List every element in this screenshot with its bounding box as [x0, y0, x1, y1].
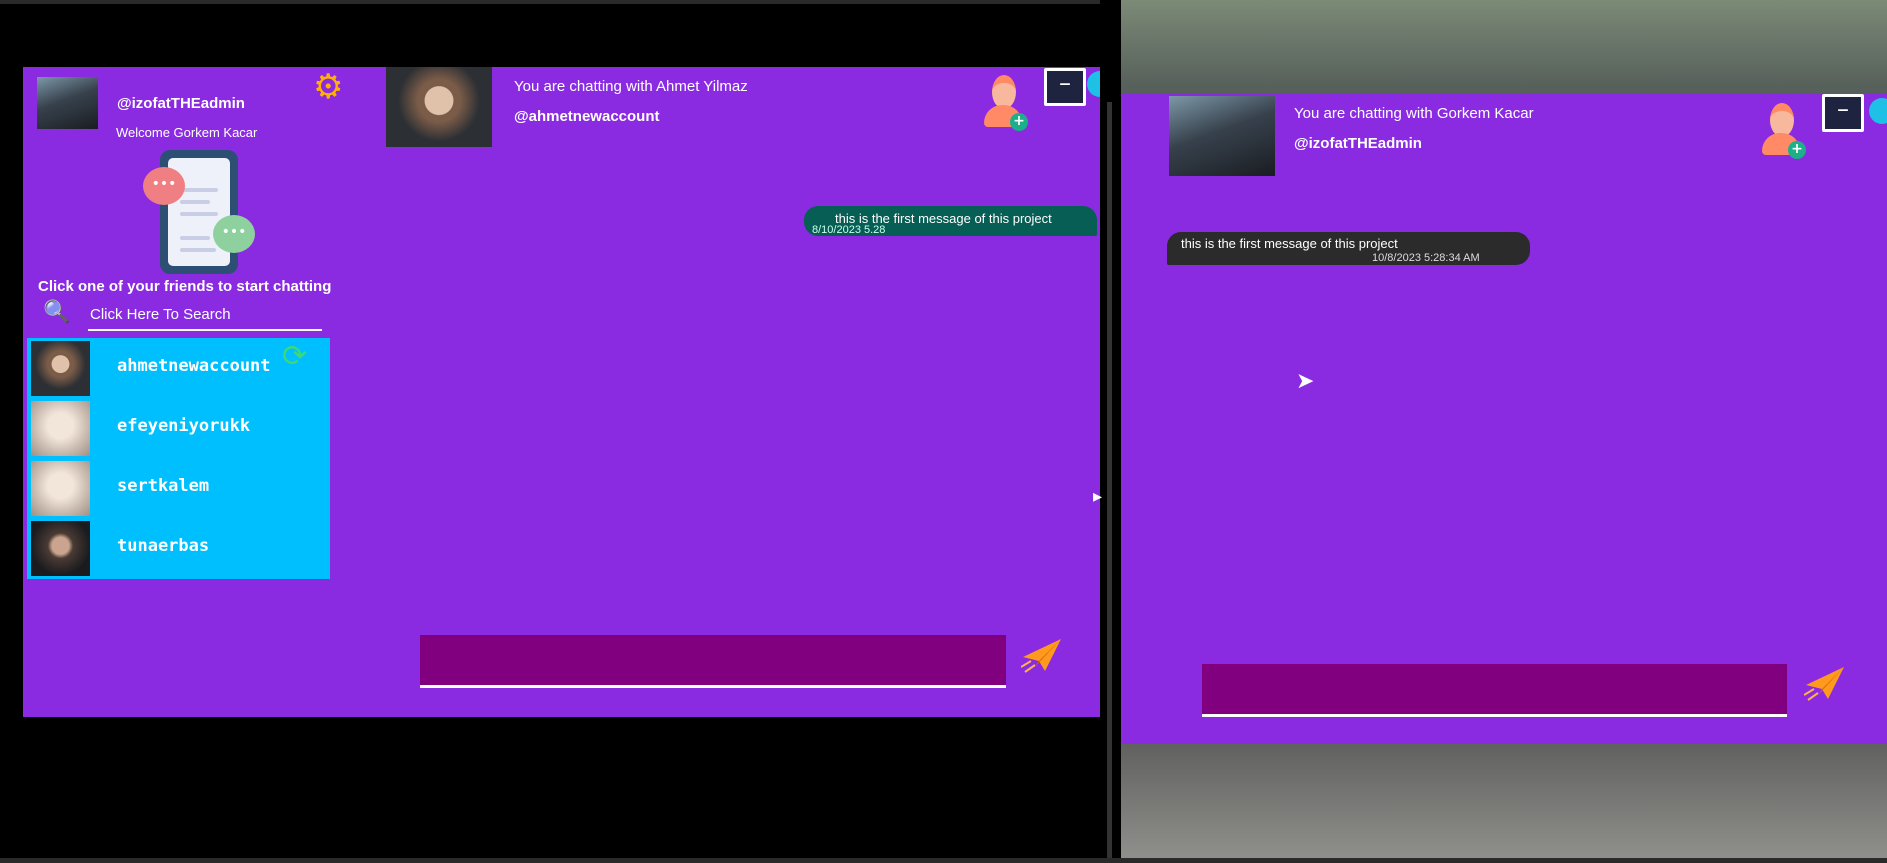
taskbar-strip [0, 858, 1887, 863]
add-user-icon[interactable]: + [980, 75, 1030, 133]
search-icon[interactable]: 🔍 [43, 302, 70, 324]
top-strip [0, 0, 1100, 4]
friend-item-efeyeniyorukk[interactable]: efeyeniyorukk [31, 398, 330, 456]
friend-username: sertkalem [117, 476, 210, 496]
chat-title: You are chatting with Gorkem Kacar [1294, 105, 1534, 122]
message-input[interactable] [420, 635, 1006, 688]
gear-icon[interactable]: ⚙ [313, 70, 343, 104]
chat-bubble-icon: ••• [213, 215, 255, 253]
right-chat-window: You are chatting with Gorkem Kacar @izof… [1121, 93, 1887, 744]
send-plane-icon[interactable] [1021, 637, 1063, 673]
minimize-icon[interactable]: – [1044, 68, 1086, 106]
avatar [31, 461, 90, 516]
chat-partner-handle: @ahmetnewaccount [514, 108, 660, 125]
minimize-icon[interactable]: – [1822, 94, 1864, 132]
message-timestamp: 8/10/2023 5.28 [812, 224, 886, 236]
add-user-icon[interactable]: + [1758, 103, 1808, 161]
send-plane-icon[interactable] [1804, 665, 1846, 701]
welcome-text: Welcome Gorkem Kacar [116, 125, 258, 140]
avatar [31, 401, 90, 456]
friend-username: tunaerbas [117, 536, 210, 556]
chat-title: You are chatting with Ahmet Yilmaz [514, 78, 748, 95]
chat-bubble-icon: ••• [143, 167, 185, 205]
friend-item-sertkalem[interactable]: sertkalem [31, 458, 330, 516]
avatar [31, 341, 90, 396]
instruction-text: Click one of your friends to start chatt… [38, 278, 332, 295]
chat-partner-handle: @izofatTHEadmin [1294, 135, 1422, 152]
mouse-cursor-icon: ➤ [1296, 369, 1315, 394]
chat-partner-avatar [386, 67, 492, 147]
refresh-icon[interactable]: ⟳ [282, 342, 307, 372]
current-user-handle: @izofatTHEadmin [117, 95, 245, 112]
search-input[interactable] [88, 299, 322, 331]
scrollbar[interactable] [1107, 102, 1112, 858]
message-input[interactable] [1202, 664, 1787, 717]
friend-item-tunaerbas[interactable]: tunaerbas [31, 518, 330, 576]
message-timestamp: 10/8/2023 5:28:34 AM [1372, 252, 1480, 264]
friend-username: ahmetnewaccount [117, 356, 271, 376]
close-icon[interactable] [1087, 71, 1100, 97]
avatar [31, 521, 90, 576]
close-icon[interactable] [1869, 98, 1887, 124]
current-user-avatar [37, 77, 98, 129]
friend-list: ahmetnewaccount efeyeniyorukk sertkalem … [27, 338, 330, 579]
left-chat-window: @izofatTHEadmin Welcome Gorkem Kacar ⚙ •… [23, 67, 1100, 717]
incoming-message: this is the first message of this projec… [1167, 232, 1530, 265]
chat-partner-avatar [1169, 96, 1275, 176]
resize-cursor-icon: ▸ [1093, 486, 1103, 507]
friend-username: efeyeniyorukk [117, 416, 251, 436]
message-text: this is the first message of this projec… [1181, 236, 1398, 251]
outgoing-message: this is the first message of this projec… [804, 206, 1097, 236]
